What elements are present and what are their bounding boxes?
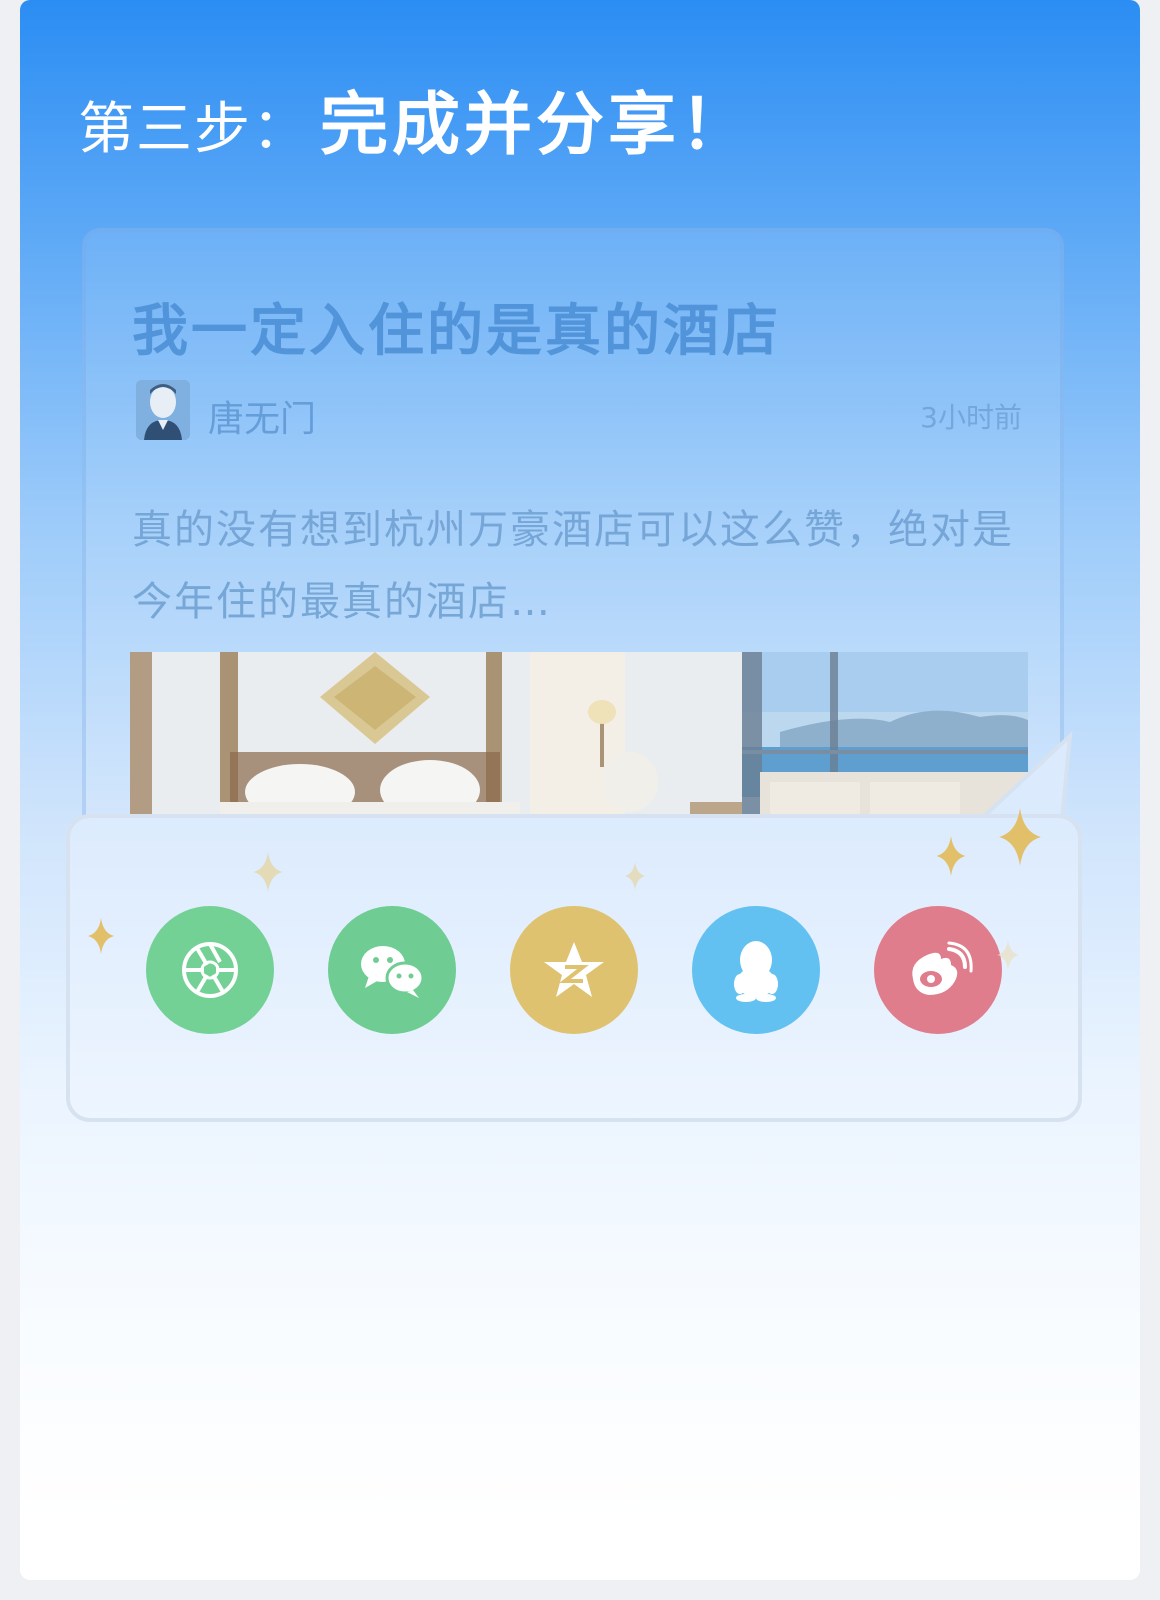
qq-penguin-icon — [734, 941, 778, 1002]
post-preview-card: 我一定入住的是真的酒店 唐无门 3小时前 真的没有想到杭州万豪酒店可以这么赞，绝… — [82, 228, 1064, 876]
canvas: 第三步： 完成并分享！ 我一定入住的是真的酒店 唐无门 3小时前 真的没有想到杭州… — [0, 0, 1160, 1600]
post-excerpt: 真的没有想到杭州万豪酒店可以这么赞，绝对是今年住的最真的酒店… — [132, 507, 1014, 625]
share-weibo-button[interactable] — [874, 906, 1002, 1034]
hotel-room-photo — [130, 652, 1028, 822]
sparkle-icon — [88, 918, 114, 954]
sparkle-icon — [624, 862, 646, 890]
step-heading: 第三步： 完成并分享！ — [78, 92, 752, 160]
sparkle-icon — [936, 836, 966, 876]
sparkle-icon — [253, 852, 283, 892]
share-wechat-button[interactable] — [328, 906, 456, 1034]
step-panel: 第三步： 完成并分享！ 我一定入住的是真的酒店 唐无门 3小时前 真的没有想到杭州… — [20, 0, 1140, 1580]
share-qzone-button[interactable] — [510, 906, 638, 1034]
sparkle-icon — [999, 808, 1041, 866]
step-title: 完成并分享！ — [320, 86, 753, 165]
moments-aperture-icon — [182, 942, 238, 998]
avatar-portrait-icon — [136, 380, 190, 440]
weibo-icon — [912, 941, 973, 995]
post-time: 3小时前 — [920, 401, 1022, 434]
sparkle-icon — [997, 940, 1019, 970]
share-qq-button[interactable] — [692, 906, 820, 1034]
avatar — [136, 380, 190, 440]
step-prefix: 第三步： — [78, 97, 310, 162]
share-panel — [66, 814, 1082, 1122]
post-title: 我一定入住的是真的酒店 — [132, 299, 781, 364]
qzone-star-icon — [544, 942, 604, 997]
share-moments-button[interactable] — [146, 906, 274, 1034]
author-name: 唐无门 — [208, 399, 317, 440]
wechat-icon — [361, 946, 425, 998]
hotel-room-image — [130, 652, 1028, 822]
